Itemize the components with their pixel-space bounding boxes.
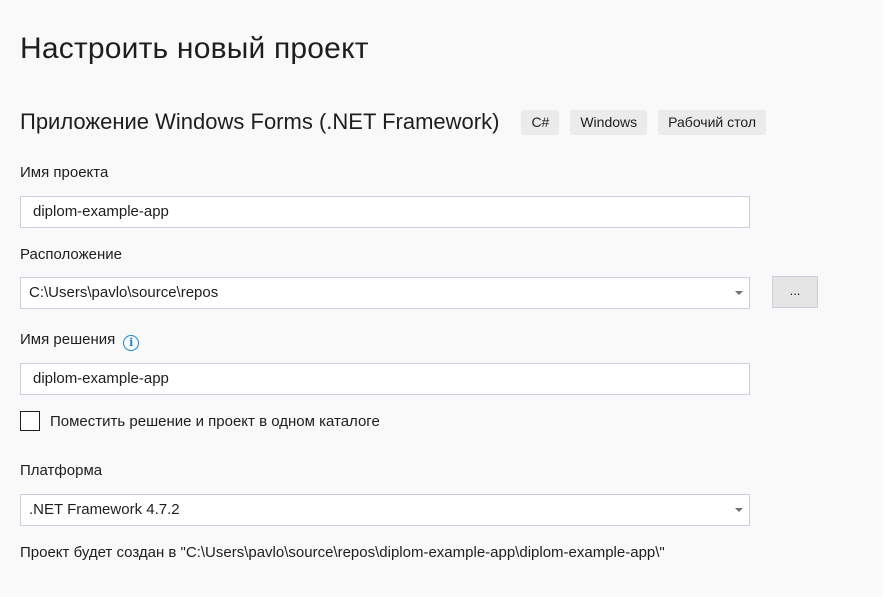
solution-name-label: Имя решения	[20, 331, 116, 348]
location-combobox[interactable]: C:\Users\pavlo\source\repos	[20, 277, 750, 309]
page-title: Настроить новый проект	[20, 32, 369, 65]
tag-platform: Windows	[570, 109, 648, 135]
platform-label: Платформа	[20, 462, 103, 479]
platform-value: .NET Framework 4.7.2	[29, 501, 180, 518]
template-header: Приложение Windows Forms (.NET Framework…	[20, 105, 777, 139]
tag-language: C#	[521, 109, 560, 135]
template-name: Приложение Windows Forms (.NET Framework…	[20, 109, 500, 134]
tag-project-type: Рабочий стол	[658, 109, 767, 135]
same-directory-checkbox[interactable]	[20, 411, 40, 431]
info-icon[interactable]: i	[123, 335, 140, 351]
solution-name-input[interactable]: diplom-example-app	[20, 363, 750, 395]
same-directory-label[interactable]: Поместить решение и проект в одном катал…	[50, 413, 380, 430]
project-name-input[interactable]: diplom-example-app	[20, 196, 750, 228]
location-label: Расположение	[20, 246, 122, 263]
location-value: C:\Users\pavlo\source\repos	[29, 284, 219, 301]
project-name-label: Имя проекта	[20, 164, 109, 181]
same-directory-option[interactable]: Поместить решение и проект в одном катал…	[20, 411, 380, 431]
browse-button[interactable]: ...	[772, 276, 818, 308]
chevron-down-icon[interactable]	[735, 508, 743, 512]
platform-combobox[interactable]: .NET Framework 4.7.2	[20, 494, 750, 526]
solution-name-label-row: Имя решения i	[20, 331, 140, 351]
project-location-summary: Проект будет создан в "C:\Users\pavlo\so…	[20, 544, 665, 561]
chevron-down-icon[interactable]	[735, 291, 743, 295]
